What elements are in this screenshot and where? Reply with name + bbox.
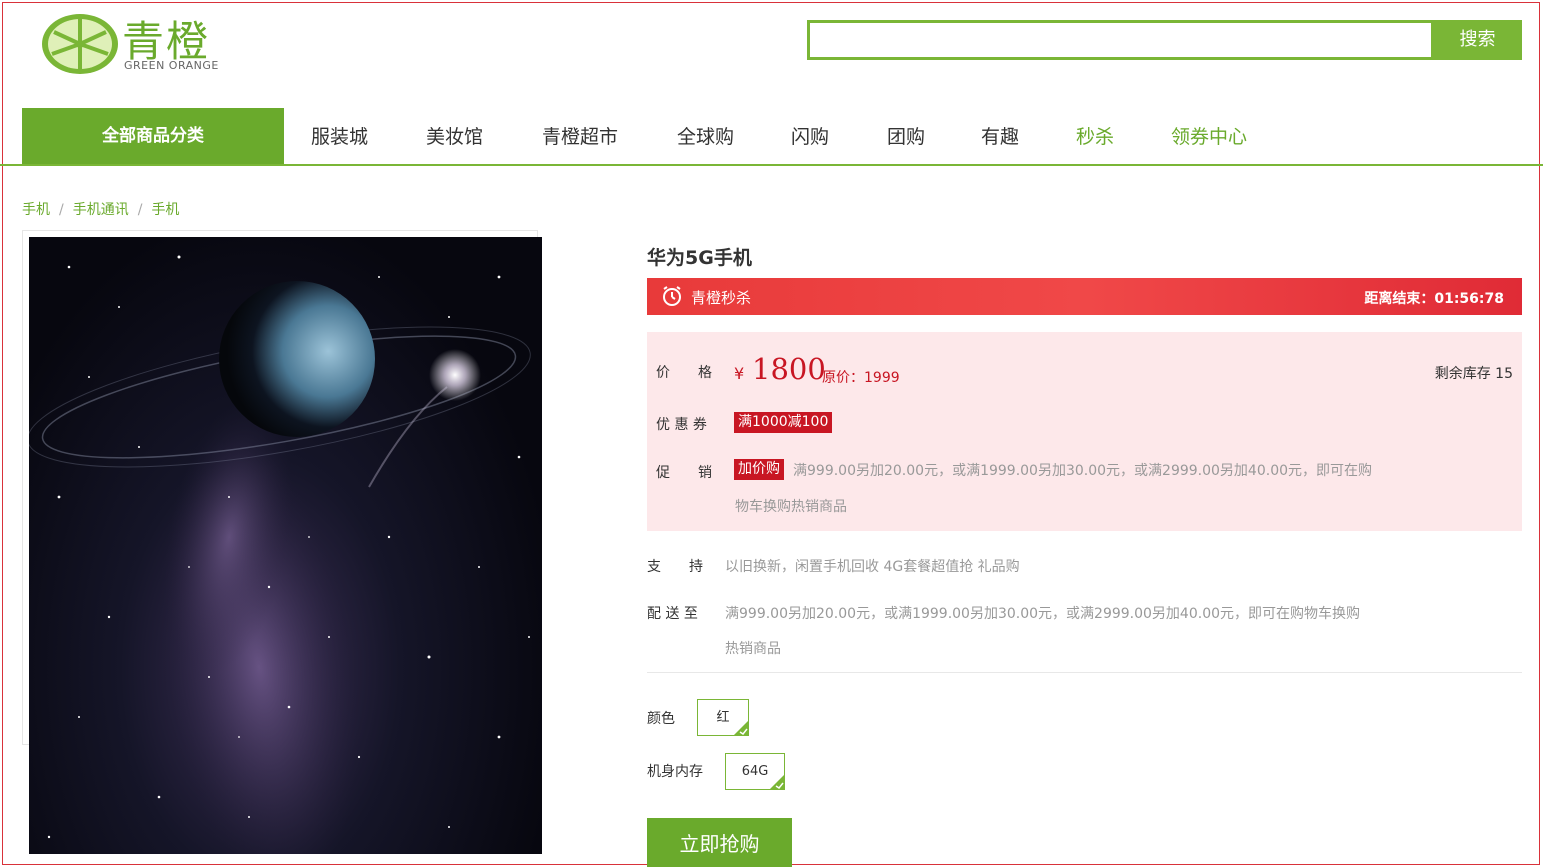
alarm-clock-icon: [663, 286, 681, 306]
color-label: 颜色: [647, 711, 675, 727]
brand-subtitle: GREEN ORANGE: [124, 59, 219, 72]
stock-count: 剩余库存 15: [1434, 366, 1513, 382]
promo-text-continued: 物车换购热销商品: [735, 499, 847, 515]
brand-logo[interactable]: 青橙 GREEN ORANGE: [40, 8, 240, 78]
coupon-label: 优 惠 券: [656, 417, 707, 433]
currency-symbol: ¥: [734, 364, 745, 383]
nav-item-coupons[interactable]: 领券中心: [1171, 108, 1247, 164]
delivery-value-continued: 热销商品: [725, 641, 781, 657]
space-planet-image: [29, 255, 531, 854]
search-button[interactable]: 搜索: [1433, 20, 1522, 60]
delivery-value: 满999.00另加20.00元，或满1999.00另加30.00元，或满2999…: [725, 606, 1361, 622]
breadcrumb-item[interactable]: 手机: [22, 202, 50, 218]
memory-option-64g[interactable]: 64G: [725, 753, 785, 790]
color-option-label: 红: [716, 710, 730, 725]
promo-text: 满999.00另加20.00元，或满1999.00另加30.00元，或满2999…: [793, 463, 1373, 479]
price-value: 1800: [752, 352, 826, 386]
search-input[interactable]: [807, 20, 1434, 60]
breadcrumb-separator: /: [59, 202, 64, 218]
support-label: 支 持: [647, 559, 703, 575]
coupon-tag[interactable]: 满1000减100: [734, 412, 833, 433]
promo-label: 促 销: [656, 465, 712, 481]
breadcrumb-item[interactable]: 手机通讯: [73, 202, 129, 218]
promo-tag: 加价购: [734, 459, 784, 480]
divider: [647, 672, 1522, 673]
countdown-label: 距离结束：: [1364, 291, 1435, 307]
product-title: 华为5G手机: [647, 247, 752, 269]
nav-item-global[interactable]: 全球购: [677, 108, 734, 164]
check-icon: [733, 720, 749, 736]
flash-sale-label: 青橙秒杀: [691, 289, 752, 307]
memory-label: 机身内存: [647, 764, 703, 780]
price-panel: 价 格 ¥ 1800 原价：1999 剩余库存 15 优 惠 券 满1000减1…: [647, 332, 1522, 531]
breadcrumb: 手机 / 手机通讯 / 手机: [22, 199, 179, 219]
nav-item-beauty[interactable]: 美妆馆: [426, 108, 483, 164]
breadcrumb-item[interactable]: 手机: [151, 202, 179, 218]
buy-now-button[interactable]: 立即抢购: [647, 818, 792, 867]
nav-item-supermarket[interactable]: 青橙超市: [542, 108, 618, 164]
countdown-value: 01:56:78: [1434, 291, 1504, 307]
original-price: 原价：1999: [822, 370, 900, 386]
nav-item-group-buy[interactable]: 团购: [887, 108, 925, 164]
price-label: 价 格: [656, 365, 712, 381]
nav-item-fun[interactable]: 有趣: [981, 108, 1019, 164]
all-categories-button[interactable]: 全部商品分类: [22, 108, 284, 164]
countdown-timer: 距离结束：01:56:78: [1364, 288, 1504, 308]
breadcrumb-separator: /: [137, 202, 143, 218]
nav-item-clothing[interactable]: 服装城: [311, 108, 368, 164]
product-image[interactable]: [29, 237, 542, 854]
color-option-red[interactable]: 红: [697, 699, 749, 736]
check-icon: [769, 774, 785, 790]
delivery-label: 配 送 至: [647, 606, 698, 622]
memory-option-label: 64G: [741, 764, 769, 779]
orange-slice-icon: [42, 14, 118, 74]
nav-item-seckill[interactable]: 秒杀: [1076, 108, 1114, 164]
flash-sale-bar: 青橙秒杀 距离结束：01:56:78: [647, 278, 1522, 315]
support-value: 以旧换新，闲置手机回收 4G套餐超值抢 礼品购: [725, 559, 1020, 575]
nav-item-flash-buy[interactable]: 闪购: [791, 108, 829, 164]
main-nav: 全部商品分类 服装城 美妆馆 青橙超市 全球购 闪购 团购 有趣 秒杀 领券中心: [0, 108, 1543, 166]
